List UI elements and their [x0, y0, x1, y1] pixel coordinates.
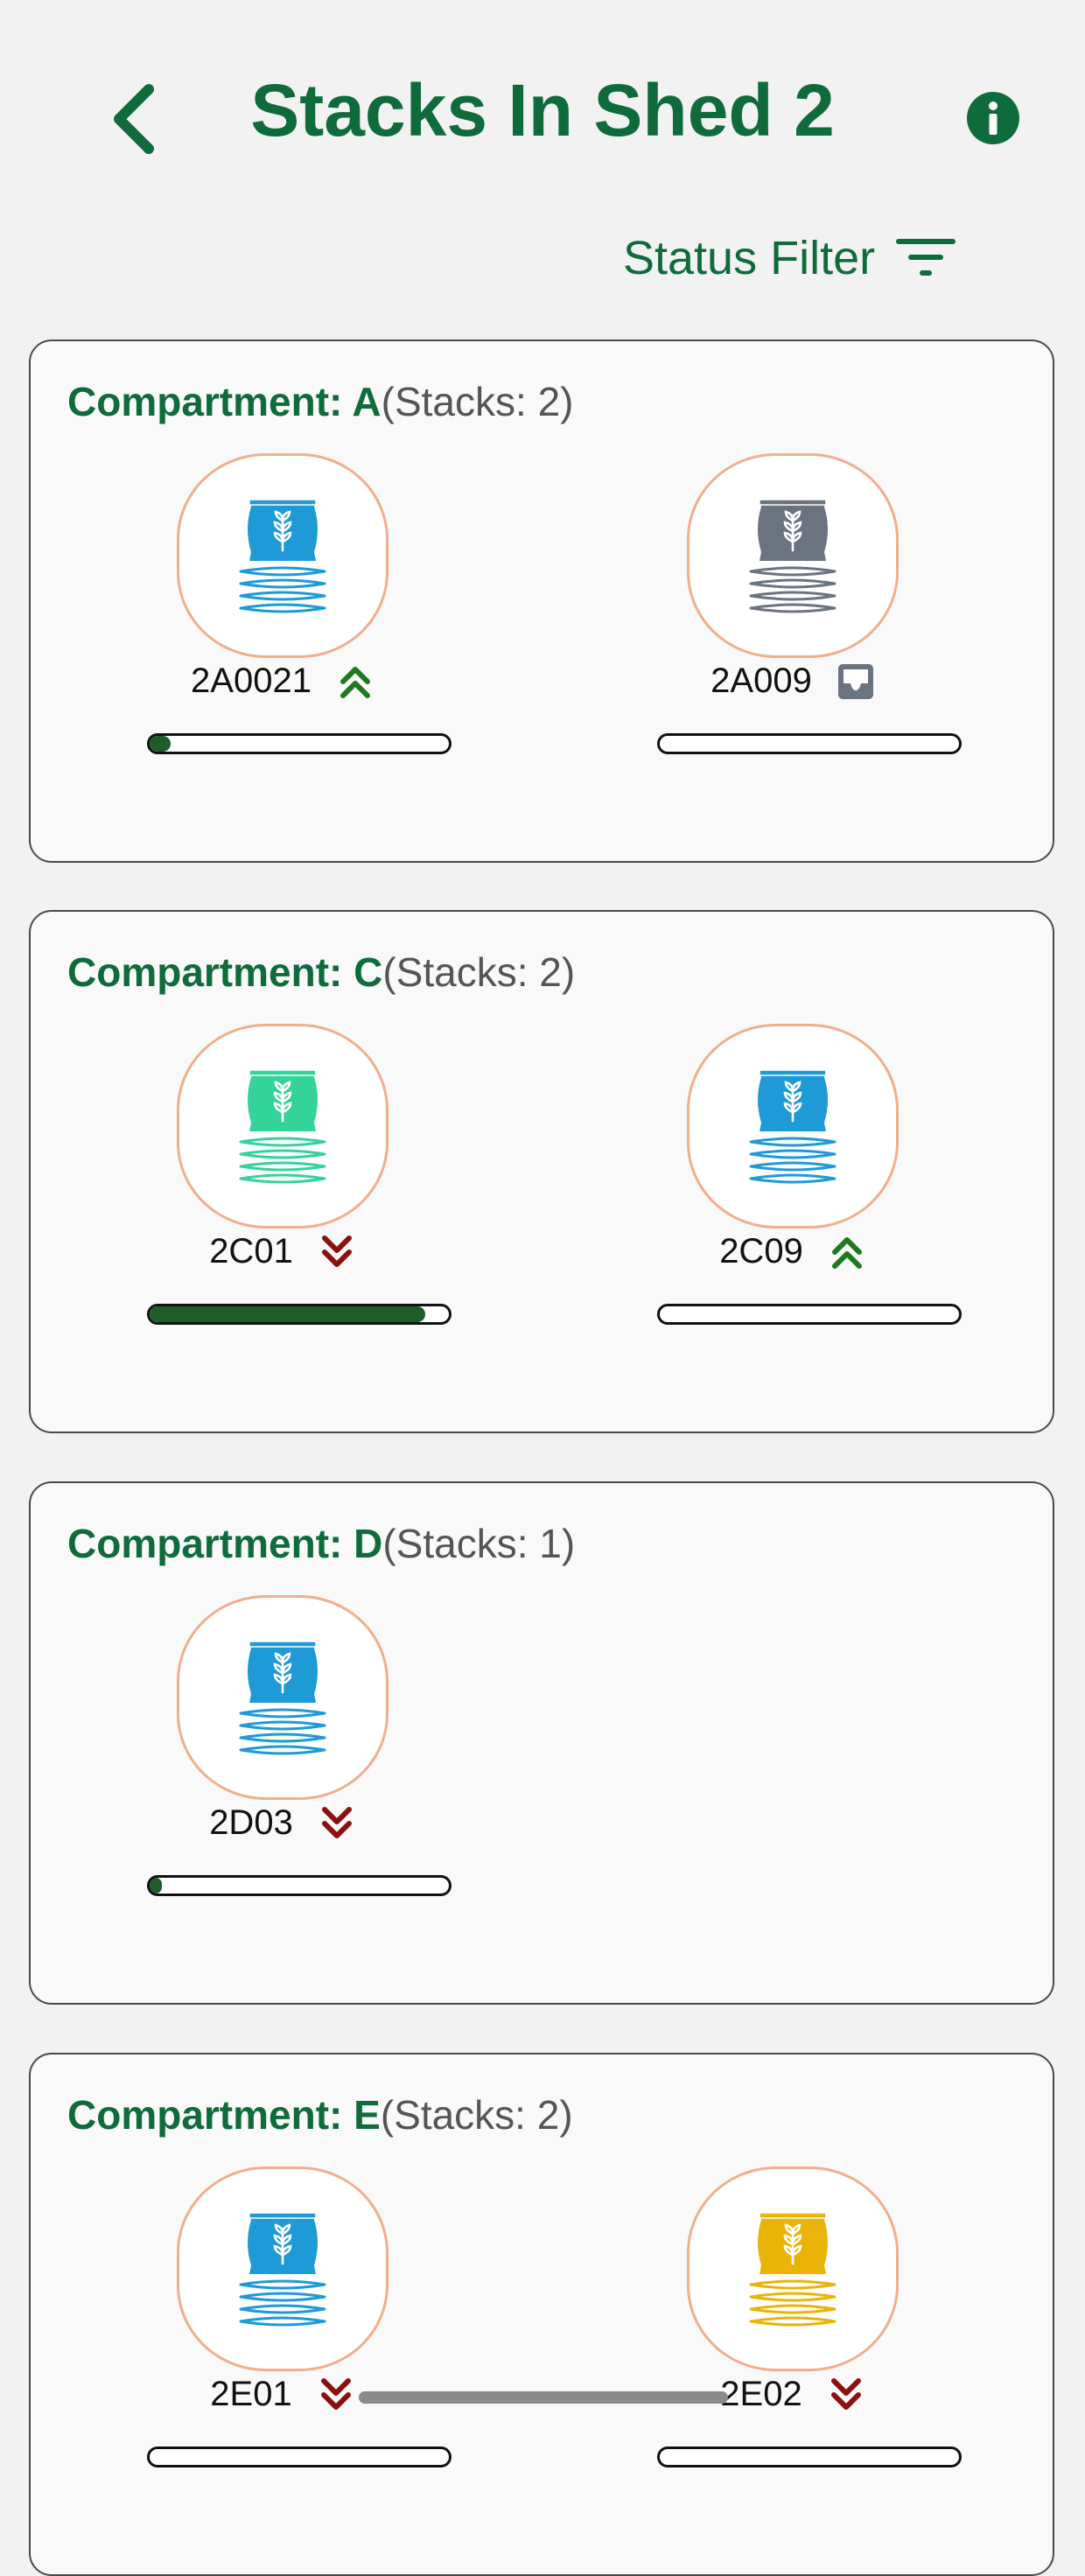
compartment-stack-count: (Stacks: 2)	[380, 2092, 573, 2138]
grain-sack-stack-icon	[749, 2212, 836, 2327]
compartment-title: Compartment: E(Stacks: 2)	[67, 2091, 573, 2138]
double-chevron-down-icon	[321, 1806, 352, 1838]
compartment-card: Compartment: A(Stacks: 2) 2A0021 2A009	[29, 340, 1054, 863]
stack-progress-bar	[657, 733, 962, 754]
info-icon[interactable]	[966, 91, 1020, 145]
stack-avatar[interactable]	[687, 1024, 899, 1228]
stack-avatar[interactable]	[687, 2166, 899, 2371]
compartment-title: Compartment: C(Stacks: 2)	[67, 948, 575, 996]
double-chevron-up-icon	[831, 1236, 862, 1269]
stack-avatar[interactable]	[177, 1595, 388, 1800]
filter-lines-icon	[896, 239, 956, 276]
grain-sack-stack-icon	[239, 1069, 326, 1184]
compartment-card: Compartment: D(Stacks: 1) 2D03	[29, 1481, 1054, 2005]
grain-sack-stack-icon	[239, 1641, 326, 1755]
status-filter-button[interactable]: Status Filter	[623, 223, 959, 293]
stack-id: 2A0021	[191, 662, 312, 700]
stack-id-row: 2A0021	[60, 662, 506, 701]
compartment-stack-count: (Stacks: 2)	[381, 379, 574, 424]
stack-progress-bar	[147, 1875, 452, 1896]
stack-item[interactable]: 2A0021	[60, 453, 452, 786]
stack-item[interactable]: 2E02	[570, 2166, 962, 2499]
grain-sack-stack-icon	[749, 1069, 836, 1184]
stack-id-row: 2A009	[570, 662, 1016, 701]
compartment-label: Compartment: A	[67, 379, 382, 424]
stack-id-row: 2C09	[570, 1232, 1016, 1271]
status-filter-label: Status Filter	[623, 232, 876, 284]
stack-item[interactable]: 2E01	[60, 2166, 452, 2499]
stack-avatar[interactable]	[177, 453, 388, 658]
stack-progress-fill	[150, 1306, 425, 1322]
stack-progress-bar	[657, 2446, 962, 2468]
compartment-title: Compartment: D(Stacks: 1)	[67, 1520, 575, 1567]
compartment-label: Compartment: C	[67, 949, 383, 995]
double-chevron-down-icon	[321, 1235, 352, 1267]
grain-sack-stack-icon	[239, 499, 326, 613]
stack-avatar[interactable]	[177, 2166, 388, 2371]
double-chevron-down-icon	[320, 2377, 351, 2410]
compartment-card: Compartment: C(Stacks: 2) 2C01 2C09	[29, 910, 1054, 1433]
stack-id: 2E02	[720, 2375, 802, 2413]
stack-id: 2D03	[209, 1803, 293, 1842]
compartment-card: Compartment: E(Stacks: 2) 2E01 2E02	[29, 2053, 1054, 2576]
stack-id: 2E01	[210, 2375, 292, 2413]
stack-id: 2A009	[710, 662, 812, 700]
stack-item[interactable]: 2A009	[570, 453, 962, 786]
compartment-label: Compartment: D	[67, 1521, 383, 1566]
double-chevron-up-icon	[340, 666, 370, 698]
stack-progress-fill	[150, 1878, 162, 1894]
stack-item[interactable]: 2C09	[570, 1024, 962, 1356]
stack-id-row: 2C01	[60, 1232, 506, 1271]
double-chevron-down-icon	[830, 2377, 861, 2410]
stack-progress-bar	[657, 1304, 962, 1325]
compartment-stack-count: (Stacks: 1)	[382, 1521, 576, 1566]
compartment-title: Compartment: A(Stacks: 2)	[67, 378, 573, 425]
stack-progress-bar	[147, 733, 452, 754]
page-title: Stacks In Shed 2	[250, 69, 835, 151]
stack-avatar[interactable]	[177, 1024, 388, 1228]
stack-progress-bar	[147, 1304, 452, 1325]
stack-id-row: 2D03	[60, 1803, 506, 1843]
compartment-label: Compartment: E	[67, 2092, 381, 2138]
app-header: Stacks In Shed 2	[0, 0, 1085, 228]
inbox-tray-icon	[837, 663, 873, 699]
home-indicator	[359, 2391, 728, 2404]
stack-avatar[interactable]	[687, 453, 899, 658]
stack-id: 2C09	[719, 1232, 803, 1270]
stack-item[interactable]: 2D03	[60, 1595, 452, 1928]
stack-progress-fill	[150, 736, 171, 752]
compartment-stack-count: (Stacks: 2)	[382, 949, 576, 995]
stack-item[interactable]: 2C01	[60, 1024, 452, 1356]
grain-sack-stack-icon	[749, 499, 836, 613]
grain-sack-stack-icon	[239, 2212, 326, 2327]
stack-progress-bar	[147, 2446, 452, 2468]
stack-id: 2C01	[209, 1232, 293, 1270]
